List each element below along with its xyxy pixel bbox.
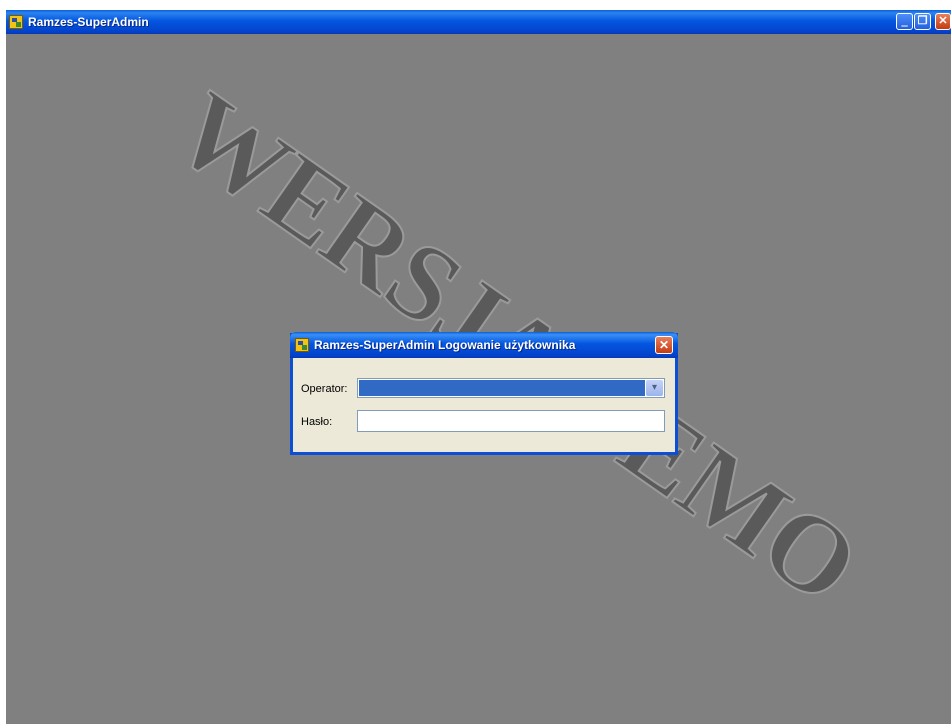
operator-select[interactable]: ▾ xyxy=(357,378,665,398)
password-input[interactable] xyxy=(357,410,665,432)
login-dialog-title: Ramzes-SuperAdmin Logowanie użytkownika xyxy=(314,338,576,352)
main-window: Ramzes-SuperAdmin ‗ ❐ ✕ WERSJA DEMO Ramz… xyxy=(6,10,951,724)
app-icon[interactable] xyxy=(9,15,23,29)
main-client-area: WERSJA DEMO Ramzes-SuperAdmin Logowanie … xyxy=(6,34,951,724)
dialog-close-button[interactable]: ✕ xyxy=(655,336,673,354)
operator-selected-value xyxy=(359,380,645,396)
operator-label: Operator: xyxy=(301,383,348,395)
login-dialog-titlebar[interactable]: Ramzes-SuperAdmin Logowanie użytkownika … xyxy=(290,332,678,358)
minimize-button[interactable]: ‗ xyxy=(896,13,913,30)
restore-button[interactable]: ❐ xyxy=(914,13,931,30)
dialog-app-icon[interactable] xyxy=(295,338,309,352)
chevron-down-icon[interactable]: ▾ xyxy=(646,380,663,396)
login-dialog: Ramzes-SuperAdmin Logowanie użytkownika … xyxy=(290,332,678,455)
main-window-title: Ramzes-SuperAdmin xyxy=(28,15,149,29)
password-label: Hasło: xyxy=(301,416,333,428)
close-button[interactable]: ✕ xyxy=(935,13,951,30)
main-titlebar[interactable]: Ramzes-SuperAdmin ‗ ❐ ✕ xyxy=(6,10,951,34)
